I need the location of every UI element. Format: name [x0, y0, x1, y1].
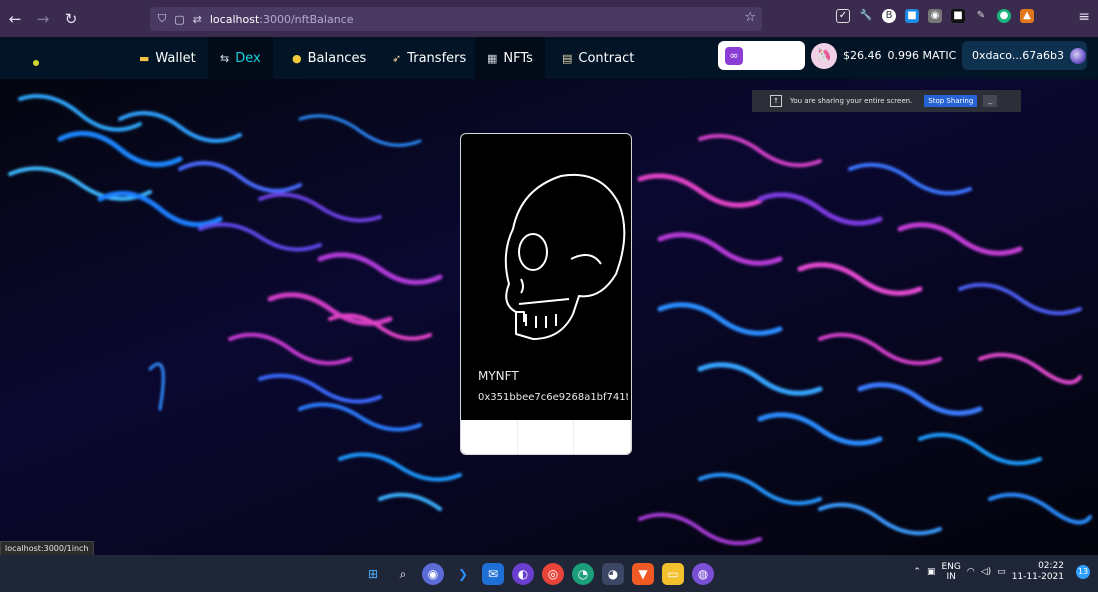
volume-icon[interactable]: ◁): [981, 567, 991, 577]
wifi-icon[interactable]: ◠: [967, 567, 975, 577]
nav-item-balances[interactable]: ● Balances: [280, 37, 378, 79]
account-address: 0xdaco...67a6b3: [972, 49, 1065, 62]
search-icon[interactable]: ⌕: [392, 563, 414, 585]
battery-icon[interactable]: ▭: [997, 567, 1006, 577]
card-action-2[interactable]: [518, 420, 575, 454]
notification-badge[interactable]: 13: [1076, 565, 1090, 579]
mail-icon[interactable]: ✉: [482, 563, 504, 585]
nav-item-label: Balances: [307, 50, 367, 66]
nav-item-dex[interactable]: ⇆ Dex: [208, 37, 273, 79]
picture-icon: ▦: [487, 51, 498, 65]
avatar: [1070, 47, 1087, 64]
taskbar-apps: ⊞ ⌕ ◉ ❯ ✉ ◐ ◎ ◔ ◕ ▼ ▭ ◍: [362, 563, 714, 585]
stop-sharing-button[interactable]: Stop Sharing: [924, 95, 978, 107]
skull-image: [504, 173, 626, 340]
nav-item-transfers[interactable]: ➶ Transfers: [380, 37, 478, 79]
wallet-icon: ▬: [139, 51, 150, 65]
chrome-icon[interactable]: ◎: [542, 563, 564, 585]
extension-b-icon[interactable]: B: [882, 9, 896, 23]
balance-usd: $26.46: [843, 49, 882, 62]
system-tray: ⌃ ▣ ENG IN ◠ ◁) ▭ 02:22 11-11-2021 13: [913, 561, 1098, 583]
nft-name: MYNFT: [478, 369, 519, 383]
extension-green-icon[interactable]: ●: [997, 9, 1011, 23]
chevron-up-icon[interactable]: ⌃: [913, 567, 921, 577]
share-message: You are sharing your entire screen.: [790, 97, 913, 105]
nav-item-label: Transfers: [407, 50, 467, 66]
clock-date: 11-11-2021: [1011, 572, 1064, 582]
clock-time: 02:22: [1038, 561, 1064, 571]
reload-icon[interactable]: ↻: [58, 6, 84, 32]
back-icon[interactable]: ←: [2, 6, 28, 32]
nav-item-label: Dex: [235, 50, 261, 66]
tray-app-icon[interactable]: ▣: [927, 567, 936, 577]
taskbar: ⊞ ⌕ ◉ ❯ ✉ ◐ ◎ ◔ ◕ ▼ ▭ ◍ ⌃ ▣ ENG IN ◠ ◁) …: [0, 555, 1098, 592]
address-bar[interactable]: ⛉ ▢ ⇄ localhost:3000/nftBalance ☆: [150, 7, 762, 31]
folder-icon[interactable]: ▭: [662, 563, 684, 585]
polygon-icon: ∞: [725, 47, 743, 65]
extension-dark-icon[interactable]: ■: [951, 9, 965, 23]
teams-chat-icon[interactable]: ◉: [422, 563, 444, 585]
windows-start-icon[interactable]: ⊞: [362, 563, 384, 585]
scroll-icon: ▤: [562, 51, 573, 65]
pocket-icon[interactable]: ✓: [836, 9, 850, 23]
nav-item-label: Contract: [578, 50, 635, 66]
minimize-icon[interactable]: _: [983, 95, 998, 107]
browser-toolbar: ← → ↻ ⛉ ▢ ⇄ localhost:3000/nftBalance ☆ …: [0, 0, 1098, 37]
nav-item-label: NFTs: [503, 50, 533, 66]
coin-icon: ●: [292, 51, 302, 65]
extension-blue-icon[interactable]: ■: [905, 9, 919, 23]
card-actions: [461, 420, 631, 454]
wrench-icon[interactable]: 🔧: [859, 9, 873, 23]
bookmark-star-icon[interactable]: ☆: [744, 10, 756, 25]
native-balance[interactable]: 🦄 $26.46 0.996 MATIC: [811, 41, 956, 70]
url-path: :3000/nftBalance: [259, 12, 354, 26]
metamask-icon[interactable]: ▲: [1020, 9, 1034, 23]
page-icon: ▢: [174, 12, 185, 26]
app-purple-icon[interactable]: ◐: [512, 563, 534, 585]
github-icon[interactable]: ◍: [692, 563, 714, 585]
vscode-icon[interactable]: ❯: [452, 563, 474, 585]
screen-share-banner: ↑ You are sharing your entire screen. St…: [752, 90, 1021, 112]
card-action-3[interactable]: [574, 420, 631, 454]
unicorn-icon: 🦄: [811, 42, 837, 69]
link-status-tooltip: localhost:3000/1inch: [0, 541, 94, 556]
clock[interactable]: 02:22 11-11-2021: [1012, 561, 1064, 583]
brave-icon[interactable]: ▼: [632, 563, 654, 585]
logo[interactable]: [33, 60, 39, 66]
nav-item-nfts[interactable]: ▦ NFTs: [475, 37, 545, 79]
extension-pen-icon[interactable]: ✎: [974, 9, 988, 23]
nav-item-label: Wallet: [155, 50, 196, 66]
edge-icon[interactable]: ◔: [572, 563, 594, 585]
permissions-icon: ⇄: [192, 12, 202, 26]
lang-region: IN: [946, 572, 956, 582]
nft-card[interactable]: MYNFT 0x351bbee7c6e9268a1bf741t: [460, 133, 632, 455]
rocket-icon: ➶: [392, 51, 402, 65]
language-indicator[interactable]: ENG IN: [941, 562, 960, 582]
extensions-bar: ✓ 🔧 B ■ ◉ ■ ✎ ● ▲: [836, 9, 1034, 23]
swap-icon: ⇆: [220, 51, 230, 65]
shield-icon: ⛉: [158, 12, 167, 25]
account-button[interactable]: 0xdaco...67a6b3: [962, 41, 1087, 70]
nav-item-contract[interactable]: ▤ Contract: [550, 37, 646, 79]
nft-address: 0x351bbee7c6e9268a1bf741t: [478, 392, 628, 403]
balance-token: 0.996 MATIC: [887, 49, 957, 62]
nav-item-wallet[interactable]: ▬ Wallet: [127, 37, 208, 79]
firefox-icon[interactable]: ◕: [602, 563, 624, 585]
url-host: localhost: [209, 12, 260, 26]
chain-selector-button[interactable]: ∞: [718, 41, 805, 70]
hamburger-menu-icon[interactable]: ≡: [1078, 9, 1090, 25]
extension-grey-icon[interactable]: ◉: [928, 9, 942, 23]
forward-icon[interactable]: →: [30, 6, 56, 32]
card-action-1[interactable]: [461, 420, 518, 454]
share-screen-icon: ↑: [770, 95, 782, 107]
lang-code: ENG: [941, 562, 961, 572]
